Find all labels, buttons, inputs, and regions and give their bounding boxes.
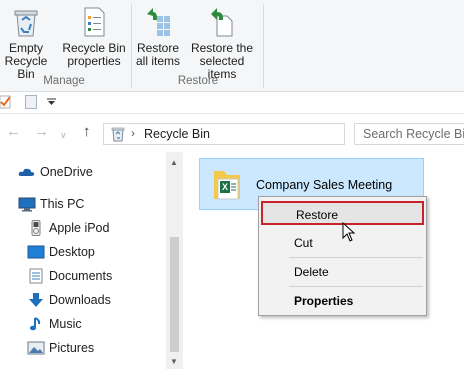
checkmark-icon[interactable] xyxy=(0,95,12,109)
svg-text:X: X xyxy=(222,182,228,192)
address-bar[interactable]: › Recycle Bin ∨ ↻ xyxy=(103,123,444,145)
breadcrumb-chevron-icon[interactable]: › xyxy=(131,126,135,140)
recycle-bin-icon xyxy=(14,10,38,37)
context-menu-delete[interactable]: Delete xyxy=(261,260,424,284)
restore-selected-items-button[interactable]: Restore the selected items xyxy=(185,6,259,81)
nav-item-label: Music xyxy=(49,317,82,331)
ribbon-group-separator-2 xyxy=(263,4,264,88)
file-name: Company Sales Meeting xyxy=(256,178,393,192)
nav-item-downloads[interactable]: Downloads xyxy=(27,290,111,310)
nav-item-label: Downloads xyxy=(49,293,111,307)
desktop-icon xyxy=(27,245,45,259)
nav-item-label: Documents xyxy=(49,269,113,283)
nav-item-onedrive[interactable]: OneDrive xyxy=(18,162,93,182)
nav-item-music[interactable]: Music xyxy=(27,314,82,334)
mouse-cursor-icon xyxy=(342,222,356,242)
breadcrumb-path[interactable]: Recycle Bin xyxy=(144,127,210,141)
new-folder-icon[interactable] xyxy=(25,95,37,109)
forward-arrow-icon[interactable]: → xyxy=(34,124,49,140)
quick-access-toolbar xyxy=(0,92,464,114)
restore-all-items-button[interactable]: Restore all items xyxy=(134,6,182,68)
context-menu-properties[interactable]: Properties xyxy=(261,289,424,313)
excel-file-icon: X xyxy=(214,171,240,200)
nav-item-label: Pictures xyxy=(49,341,95,355)
cloud-icon xyxy=(18,168,35,176)
empty-recycle-bin-button[interactable]: Empty Recycle Bin xyxy=(2,6,50,81)
scroll-down-arrow-icon[interactable]: ▼ xyxy=(170,357,178,366)
navigation-pane: OneDrive This PC Apple iPod Desktop Docu… xyxy=(0,152,183,369)
nav-item-label: This PC xyxy=(40,197,85,211)
nav-item-label: Desktop xyxy=(49,245,95,259)
context-menu-separator xyxy=(289,286,423,287)
restore-all-icon xyxy=(147,8,170,36)
properties-document-icon xyxy=(84,7,105,37)
recycle-bin-properties-label-2: properties xyxy=(67,54,121,68)
nav-item-apple-ipod[interactable]: Apple iPod xyxy=(27,218,109,238)
restore-selected-icon xyxy=(211,8,233,37)
nav-item-documents[interactable]: Documents xyxy=(27,266,112,286)
manage-group-label: Manage xyxy=(43,75,85,87)
recent-locations-chevron-icon[interactable]: ∨ xyxy=(60,127,67,143)
ipod-icon xyxy=(31,220,41,236)
recycle-bin-properties-button[interactable]: Recycle Bin properties xyxy=(62,6,126,68)
search-input[interactable]: Search Recycle Bin xyxy=(354,123,464,145)
back-arrow-icon[interactable]: ← xyxy=(6,124,21,140)
recycle-bin-small-icon xyxy=(111,127,125,142)
nav-item-pictures[interactable]: Pictures xyxy=(27,338,94,358)
nav-item-this-pc[interactable]: This PC xyxy=(18,194,84,214)
ribbon: Empty Recycle Bin Recycle Bin properties… xyxy=(0,0,464,92)
nav-item-desktop[interactable]: Desktop xyxy=(27,242,95,262)
documents-icon xyxy=(29,268,43,284)
scrollbar-thumb[interactable] xyxy=(170,237,179,352)
computer-icon xyxy=(18,197,36,212)
context-menu: Restore Cut Delete Properties xyxy=(258,196,427,316)
customize-qat-dropdown-icon[interactable] xyxy=(47,98,56,106)
restore-all-label-2: all items xyxy=(135,54,180,68)
up-arrow-icon[interactable]: ↑ xyxy=(83,124,91,140)
nav-pane-scrollbar[interactable]: ▲ ▼ xyxy=(166,152,183,369)
ribbon-group-separator xyxy=(131,4,132,88)
pictures-icon xyxy=(27,341,45,355)
restore-group-label: Restore xyxy=(177,75,219,87)
context-menu-separator xyxy=(289,257,423,258)
nav-item-label: Apple iPod xyxy=(49,221,110,235)
scroll-up-arrow-icon[interactable]: ▲ xyxy=(170,158,178,167)
address-row: ← → ∨ ↑ › Recycle Bin ∨ ↻ Search Recycle… xyxy=(0,114,464,152)
download-arrow-icon xyxy=(29,293,43,307)
nav-item-label: OneDrive xyxy=(40,165,93,179)
music-note-icon xyxy=(30,317,41,331)
